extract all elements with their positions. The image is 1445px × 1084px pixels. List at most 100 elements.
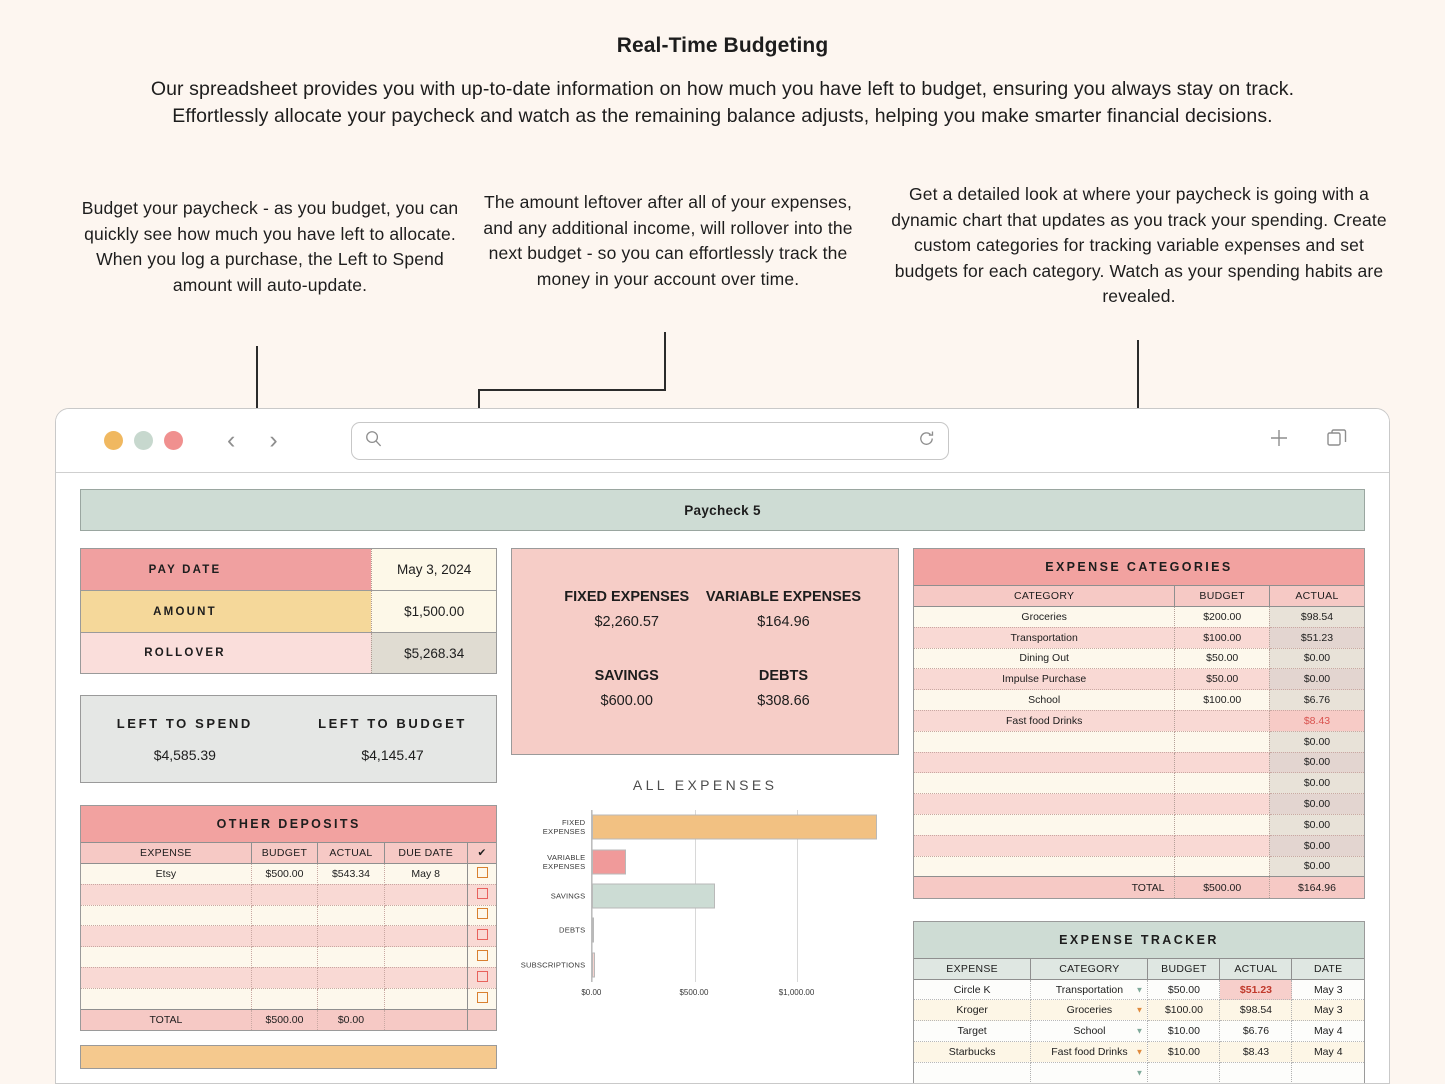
od-cell-expense[interactable]: Etsy [81, 863, 252, 885]
checkbox-icon[interactable] [476, 970, 488, 982]
od-cell-actual[interactable] [317, 884, 385, 906]
ec-cell-actual[interactable]: $0.00 [1269, 752, 1364, 774]
table-row[interactable]: Target School ▼ $10.00 $6.76 May 4 [913, 1020, 1364, 1043]
ec-cell-category[interactable]: School [913, 689, 1176, 711]
chevron-down-icon[interactable]: ▼ [1136, 1047, 1144, 1056]
od-cell-due[interactable] [384, 905, 468, 927]
od-cell-budget[interactable]: $500.00 [251, 863, 319, 885]
checkbox-icon[interactable] [476, 908, 488, 920]
table-row[interactable] [81, 905, 497, 927]
od-cell-expense[interactable] [81, 967, 252, 989]
et-cell-date[interactable]: May 4 [1291, 1041, 1364, 1063]
od-cell-due[interactable] [384, 946, 468, 968]
ec-cell-budget[interactable] [1174, 752, 1270, 774]
checkbox-icon[interactable] [476, 887, 488, 899]
ec-cell-actual[interactable]: $0.00 [1269, 648, 1364, 670]
od-cell-expense[interactable] [81, 925, 252, 948]
od-cell-actual[interactable] [317, 946, 385, 968]
table-row[interactable]: Etsy $500.00 $543.34 May 8 [81, 863, 497, 885]
pay-date-value[interactable]: May 3, 2024 [371, 549, 497, 590]
ec-cell-budget[interactable]: $50.00 [1174, 648, 1270, 670]
ec-cell-actual[interactable]: $0.00 [1269, 668, 1364, 691]
amount-value[interactable]: $1,500.00 [371, 591, 497, 632]
back-icon[interactable]: ‹ [227, 428, 235, 453]
od-checkbox-cell[interactable] [467, 884, 497, 906]
et-cell-expense[interactable]: Circle K [913, 979, 1032, 1001]
table-row[interactable]: Fast food Drinks $8.43 [913, 710, 1364, 732]
chevron-down-icon[interactable]: ▼ [1136, 1006, 1144, 1015]
et-cell-actual[interactable]: $6.76 [1219, 1020, 1293, 1043]
ec-cell-actual[interactable]: $8.43 [1269, 710, 1364, 732]
ec-cell-actual[interactable]: $6.76 [1269, 689, 1364, 711]
et-cell-expense[interactable] [913, 1062, 1032, 1083]
od-checkbox-cell[interactable] [467, 863, 497, 885]
table-row[interactable]: $0.00 [913, 856, 1364, 878]
table-row[interactable]: Transportation $100.00 $51.23 [913, 627, 1364, 649]
od-cell-expense[interactable] [81, 946, 252, 968]
ec-cell-actual[interactable]: $98.54 [1269, 606, 1364, 628]
od-cell-due[interactable] [384, 988, 468, 1010]
checkbox-icon[interactable] [476, 991, 488, 1003]
et-cell-date[interactable]: May 4 [1291, 1020, 1364, 1043]
od-cell-due[interactable] [384, 967, 468, 989]
ec-cell-category[interactable] [913, 793, 1176, 815]
ec-cell-budget[interactable]: $100.00 [1174, 627, 1270, 649]
ec-cell-actual[interactable]: $0.00 [1269, 814, 1364, 836]
window-controls[interactable] [104, 431, 183, 450]
table-row[interactable]: $0.00 [913, 814, 1364, 836]
od-cell-expense[interactable] [81, 988, 252, 1010]
ec-cell-budget[interactable]: $100.00 [1174, 689, 1270, 711]
ec-cell-category[interactable]: Fast food Drinks [913, 710, 1176, 732]
ec-cell-category[interactable] [913, 731, 1176, 753]
od-cell-actual[interactable]: $543.34 [317, 863, 385, 885]
table-row[interactable] [81, 988, 497, 1010]
url-bar[interactable] [350, 421, 949, 460]
od-cell-budget[interactable] [251, 925, 319, 948]
od-cell-budget[interactable] [251, 967, 319, 989]
ec-cell-budget[interactable] [1174, 731, 1270, 753]
od-cell-expense[interactable] [81, 905, 252, 927]
table-row[interactable]: $0.00 [913, 731, 1364, 753]
table-row[interactable]: $0.00 [913, 793, 1364, 815]
maximize-light[interactable] [134, 431, 153, 450]
table-row[interactable]: Kroger Groceries ▼ $100.00 $98.54 May 3 [913, 999, 1364, 1022]
table-row[interactable] [81, 946, 497, 968]
od-checkbox-cell[interactable] [467, 905, 497, 927]
et-cell-date[interactable]: May 3 [1291, 999, 1364, 1022]
ec-cell-category[interactable] [913, 835, 1176, 857]
ec-cell-budget[interactable] [1174, 710, 1270, 732]
od-cell-actual[interactable] [317, 925, 385, 948]
et-cell-budget[interactable]: $10.00 [1147, 1041, 1221, 1063]
new-tab-icon[interactable] [1268, 427, 1290, 454]
ec-cell-budget[interactable] [1174, 772, 1270, 795]
et-cell-expense[interactable]: Kroger [913, 999, 1032, 1022]
ec-cell-category[interactable] [913, 814, 1176, 836]
ec-cell-budget[interactable]: $200.00 [1174, 606, 1270, 628]
od-cell-actual[interactable] [317, 905, 385, 927]
et-cell-actual[interactable]: $8.43 [1219, 1041, 1293, 1063]
od-checkbox-cell[interactable] [467, 988, 497, 1010]
table-row[interactable]: Impulse Purchase $50.00 $0.00 [913, 668, 1364, 691]
et-cell-category[interactable]: Fast food Drinks ▼ [1030, 1041, 1149, 1063]
et-cell-category[interactable]: Transportation ▼ [1030, 979, 1149, 1001]
ec-cell-budget[interactable] [1174, 835, 1270, 857]
ec-cell-category[interactable] [913, 772, 1176, 795]
chevron-down-icon[interactable]: ▼ [1136, 985, 1144, 994]
chevron-down-icon[interactable]: ▼ [1136, 1027, 1144, 1036]
od-cell-expense[interactable] [81, 884, 252, 906]
ec-cell-category[interactable]: Groceries [913, 606, 1176, 628]
od-checkbox-cell[interactable] [467, 946, 497, 968]
chevron-down-icon[interactable]: ▼ [1136, 1068, 1144, 1077]
table-row[interactable]: $0.00 [913, 835, 1364, 857]
checkbox-icon[interactable] [476, 866, 488, 878]
table-row[interactable]: $0.00 [913, 752, 1364, 774]
ec-cell-actual[interactable]: $0.00 [1269, 856, 1364, 878]
et-cell-actual[interactable]: $98.54 [1219, 999, 1293, 1022]
et-cell-category[interactable]: Groceries ▼ [1030, 999, 1149, 1022]
et-cell-expense[interactable]: Starbucks [913, 1041, 1032, 1063]
od-checkbox-cell[interactable] [467, 925, 497, 948]
et-cell-budget[interactable]: $100.00 [1147, 999, 1221, 1022]
tabs-icon[interactable] [1325, 426, 1349, 455]
od-checkbox-cell[interactable] [467, 967, 497, 989]
ec-cell-category[interactable] [913, 856, 1176, 878]
